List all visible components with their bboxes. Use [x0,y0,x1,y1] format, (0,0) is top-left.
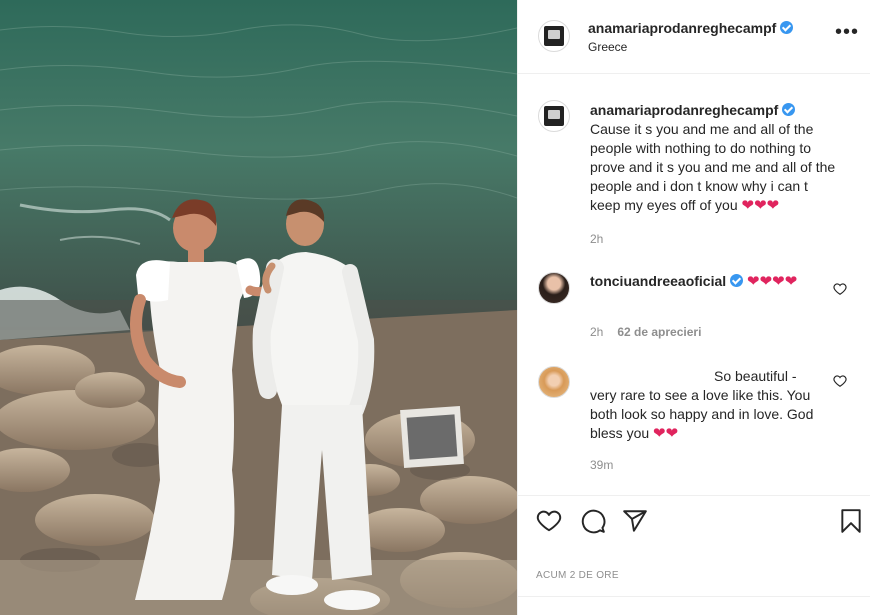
comment-icon[interactable] [580,508,606,534]
comment-avatar[interactable] [538,366,570,398]
caption-text: Cause it s you and me and all of the peo… [590,121,836,213]
comment-username[interactable]: tonciuandreeaoficial [590,273,726,289]
comment-text-wrap: So beautiful - very rare to see a love l… [590,367,826,443]
comment-like-icon[interactable] [833,374,847,388]
comment-hearts: ❤❤ [653,425,679,442]
comment-hearts: ❤❤❤❤ [747,273,798,290]
author-name-row: anamariaprodanreghecampf [588,20,794,38]
author-avatar[interactable] [538,20,570,52]
caption-time[interactable]: 2h [590,232,603,246]
author-username[interactable]: anamariaprodanreghecampf [588,20,776,36]
like-icon[interactable] [536,508,562,534]
comment-text-block: tonciuandreeaoficial ❤❤❤❤ [590,272,820,291]
post-header: anamariaprodanreghecampf Greece ••• [518,0,870,74]
comment-meta: 2h 62 de aprecieri [590,325,701,339]
share-icon[interactable] [622,508,648,534]
caption-avatar[interactable] [538,100,570,132]
photo-scene [0,0,517,615]
verified-badge-icon [780,21,794,34]
post-details-panel: anamariaprodanreghecampf Greece ••• anam… [517,0,870,615]
caption-hearts: ❤❤❤ [741,197,780,214]
add-comment-bar [518,596,870,615]
comment-text: So beautiful - very rare to see a love l… [590,368,814,441]
author-avatar-image [544,26,564,46]
caption-meta: 2h [590,232,603,246]
caption-text-block: anamariaprodanreghecampf Cause it s you … [590,101,836,215]
caption-avatar-image [544,106,564,126]
post-photo[interactable] [0,0,517,615]
more-icon[interactable]: ••• [835,22,859,42]
comment-likes[interactable]: 62 de aprecieri [617,325,701,339]
comment-time[interactable]: 2h [590,325,603,339]
comment-like-icon[interactable] [833,282,847,296]
post-location[interactable]: Greece [588,40,627,54]
comment-time[interactable]: 39m [590,458,613,472]
verified-badge-icon [730,274,744,287]
caption-username[interactable]: anamariaprodanreghecampf [590,102,778,118]
save-icon[interactable] [838,508,864,534]
comment-meta: 39m [590,458,613,472]
comment-avatar[interactable] [538,272,570,304]
verified-badge-icon [782,103,796,116]
post-time-ago[interactable]: ACUM 2 DE ORE [536,570,619,581]
action-bar [518,495,870,545]
